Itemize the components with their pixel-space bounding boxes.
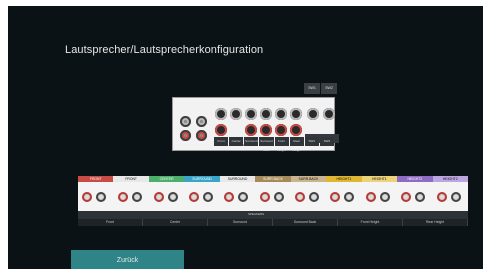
speaker-post <box>82 192 92 202</box>
channel-label: Center <box>229 137 244 146</box>
speaker-post <box>168 192 178 202</box>
speaker-post <box>415 192 425 202</box>
rca-jack <box>215 108 227 120</box>
rear-panel-channel-labels: Front Center Surround Surround Back Fron… <box>214 137 335 152</box>
terminal-jack <box>196 116 207 127</box>
channel-label: Rear Height <box>289 137 304 152</box>
back-button[interactable]: Zurück <box>71 250 184 269</box>
preout-tab-sw1: SW1 <box>304 83 320 94</box>
preout-tab-sw2: SW2 <box>321 83 337 94</box>
terminal-group-label: Front Height <box>338 219 403 226</box>
rear-panel-diagram: SW1 SW2 SW1 SW2 PR <box>172 83 339 152</box>
screen: Lautsprecher/Lautsprecherkonfiguration S… <box>8 6 483 269</box>
channel-label: Surround <box>244 137 259 146</box>
rca-jack-sw1 <box>307 108 319 120</box>
speaker-post <box>344 192 354 202</box>
speaker-post <box>380 192 390 202</box>
speaker-post <box>224 192 234 202</box>
terminal-group-label: Front <box>78 219 143 226</box>
rca-jack <box>230 108 242 120</box>
rca-jack <box>245 108 257 120</box>
speaker-post <box>118 192 128 202</box>
speaker-post <box>451 192 461 202</box>
terminal-bottom-labels: Front Center Surround Surround Back Fron… <box>78 219 468 226</box>
speaker-post <box>189 192 199 202</box>
terminal-divider <box>78 211 468 219</box>
terminal-jack <box>196 130 207 141</box>
speaker-post <box>330 192 340 202</box>
channel-label: Front <box>214 137 229 146</box>
speaker-post <box>401 192 411 202</box>
speaker-post <box>309 192 319 202</box>
terminal-body <box>78 182 468 211</box>
speaker-post <box>132 192 142 202</box>
speaker-terminal-bar: FRONT FRONT CENTER SURROUND SURROUND SUR… <box>78 176 468 226</box>
channel-label: SW1 <box>304 137 319 146</box>
rca-jack-sw2 <box>323 108 335 120</box>
rca-jack <box>290 108 302 120</box>
terminal-jack <box>180 130 191 141</box>
speaker-post <box>154 192 164 202</box>
terminal-column <box>195 116 209 148</box>
rca-jack <box>260 108 272 120</box>
rca-jack <box>245 124 257 136</box>
speaker-post <box>274 192 284 202</box>
rca-jack <box>260 124 272 136</box>
rca-jack <box>290 124 302 136</box>
page-title: Lautsprecher/Lautsprecherkonfiguration <box>65 44 264 56</box>
terminal-group-label: Center <box>143 219 208 226</box>
speaker-post <box>238 192 248 202</box>
channel-label: Front Height <box>274 137 289 152</box>
channel-label: SW2 <box>319 137 334 146</box>
speaker-post <box>96 192 106 202</box>
speaker-post <box>437 192 447 202</box>
channel-label: Surround Back <box>259 137 274 152</box>
rca-jack <box>275 108 287 120</box>
rca-jack <box>275 124 287 136</box>
speakers-label: SPEAKERS <box>248 212 265 216</box>
speaker-post <box>260 192 270 202</box>
terminal-group-label: Surround <box>208 219 273 226</box>
terminal-column <box>179 116 193 148</box>
terminal-group-label: Surround Back <box>273 219 338 226</box>
terminal-jack <box>180 116 191 127</box>
rca-jack <box>215 124 227 136</box>
speaker-post <box>295 192 305 202</box>
speaker-post <box>203 192 213 202</box>
speaker-post <box>366 192 376 202</box>
terminal-group-label: Rear Height <box>403 219 468 226</box>
